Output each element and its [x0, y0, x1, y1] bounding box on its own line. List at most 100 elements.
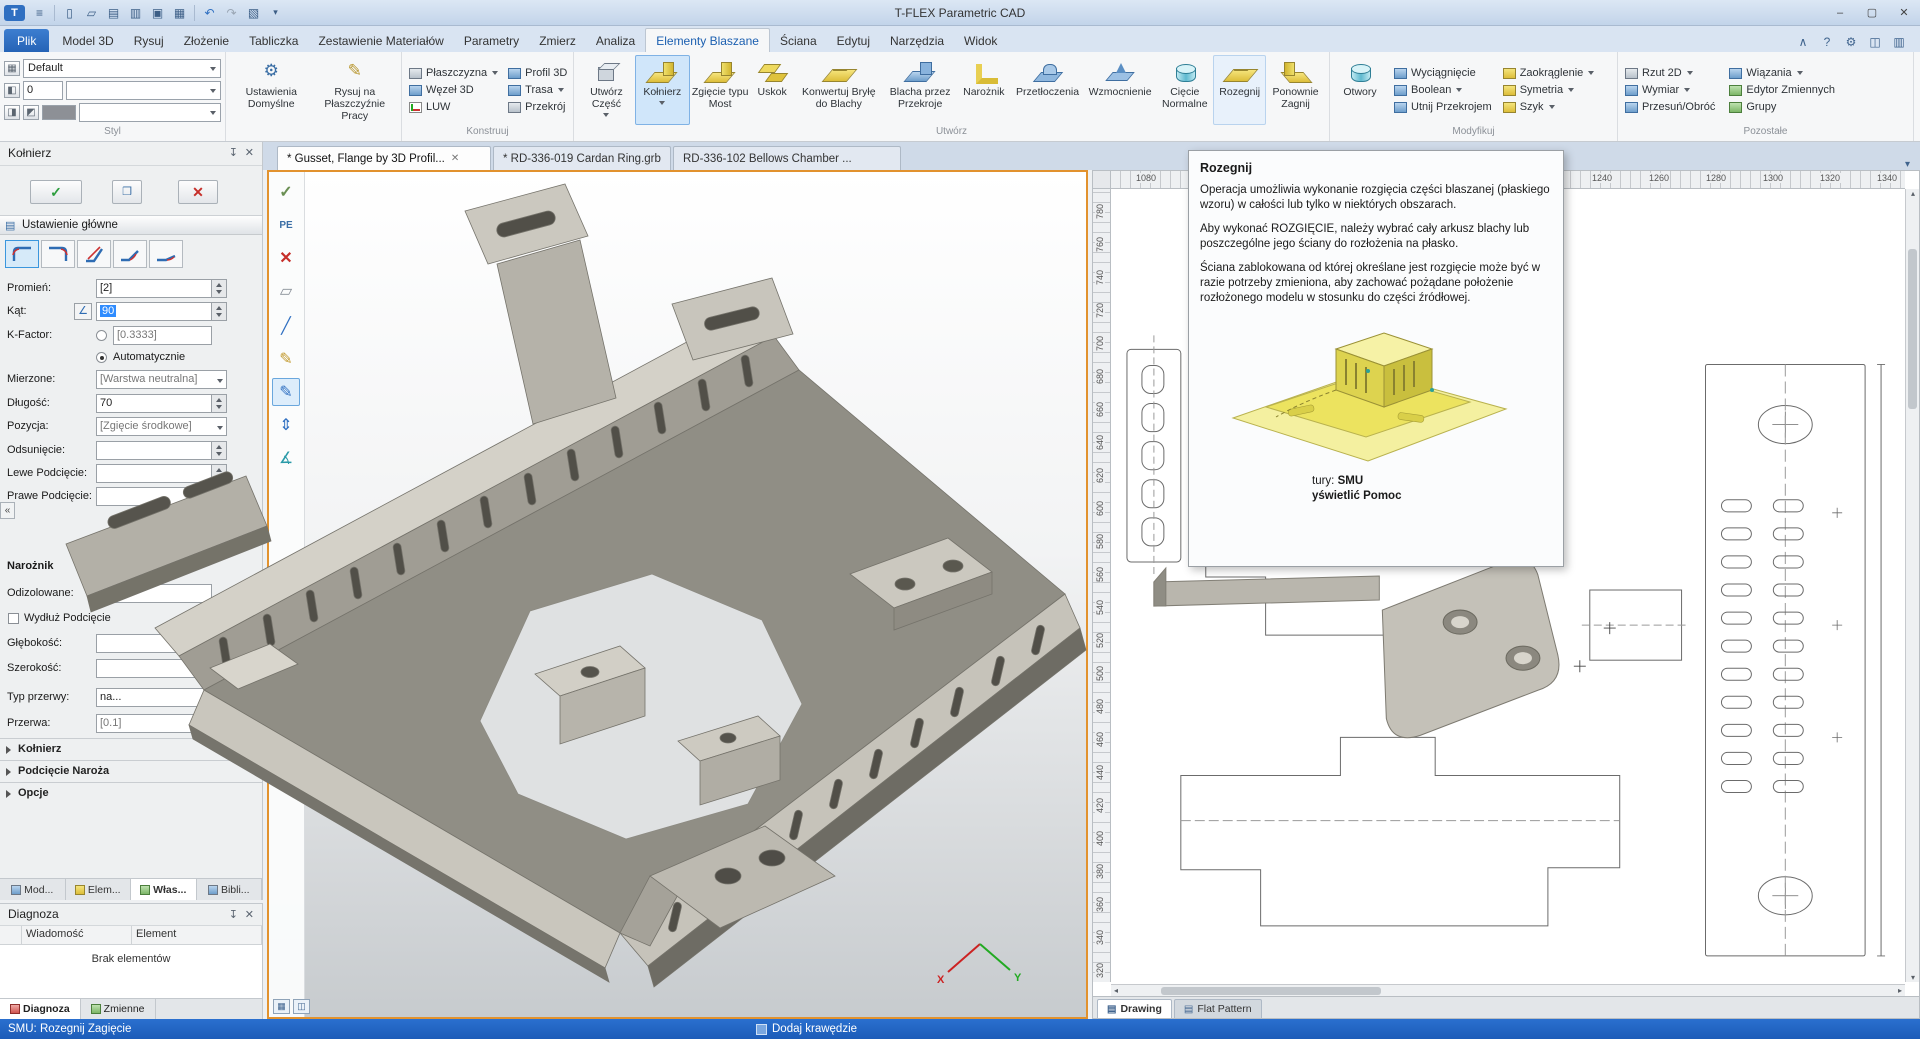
scroll-right-icon[interactable]: ▸ — [1895, 986, 1905, 995]
tab-tabliczka[interactable]: Tabliczka — [239, 29, 308, 52]
open-document-icon[interactable]: ▱ — [81, 3, 102, 23]
gap-input[interactable]: [0.1] — [96, 714, 212, 733]
zaokraglenie-button[interactable]: Zaokrąglenie — [1500, 66, 1598, 80]
ciecie-normalne-button[interactable]: Cięcie Normalne — [1156, 55, 1213, 125]
settings-gear-icon[interactable]: ⚙ — [1842, 35, 1860, 49]
radius-input[interactable]: [2] — [96, 279, 212, 298]
color-swatch[interactable] — [42, 105, 76, 120]
length-spinner[interactable] — [212, 394, 227, 413]
blacha-przez-przekroje-button[interactable]: Blacha przez Przekroje — [884, 55, 957, 125]
line-type-select[interactable] — [66, 81, 221, 100]
line-style-icon[interactable]: ◧ — [4, 83, 20, 98]
cancel-icon[interactable]: ✕ — [272, 244, 300, 272]
save-icon[interactable]: ▣ — [147, 3, 168, 23]
przesun-obroc-button[interactable]: Przesuń/Obróć — [1622, 100, 1718, 114]
grupy-button[interactable]: Grupy — [1726, 100, 1838, 114]
tab-zmienne[interactable]: Zmienne — [81, 999, 156, 1019]
right-relief-spinner[interactable] — [212, 487, 227, 506]
left-relief-spinner[interactable] — [212, 464, 227, 483]
pin-icon[interactable]: ↧ — [229, 146, 238, 159]
document-tab-bellows-chamber[interactable]: RD-336-102 Bellows Chamber ... — [673, 146, 901, 170]
plaszczyzna-button[interactable]: Płaszczyzna — [406, 66, 501, 80]
measured-select[interactable]: [Warstwa neutralna] — [96, 370, 227, 389]
utworz-czesc-button[interactable]: Utwórz Część — [578, 55, 635, 125]
depth-input[interactable] — [96, 634, 212, 653]
zgiecie-typu-most-button[interactable]: Zgięcie typu Most — [690, 55, 751, 125]
uskok-button[interactable]: Uskok — [751, 55, 794, 125]
horizontal-scrollbar[interactable]: ◂ ▸ — [1111, 984, 1905, 996]
flange-type-3-button[interactable] — [77, 240, 111, 268]
sketch-pencil-blue-icon[interactable]: ✎ — [272, 378, 300, 406]
pin-icon[interactable]: ↧ — [229, 908, 238, 921]
flange-type-2-button[interactable] — [41, 240, 75, 268]
width-spinner[interactable] — [212, 659, 227, 678]
section-kolnierz[interactable]: Kołnierz — [0, 738, 262, 759]
column-wiadomosc[interactable]: Wiadomość — [22, 926, 132, 944]
line-width-input[interactable]: 0 — [23, 81, 63, 100]
isolated-input[interactable] — [96, 584, 212, 603]
workplane-cube-icon[interactable]: ▱ — [272, 277, 300, 305]
undo-icon[interactable]: ↶ — [199, 3, 220, 23]
angle-spinner[interactable] — [212, 302, 227, 321]
tab-plik[interactable]: Plik — [4, 29, 49, 52]
gap-type-select[interactable]: na... — [96, 688, 227, 707]
length-input[interactable]: 70 — [96, 394, 212, 413]
new-document-icon[interactable]: ▯ — [59, 3, 80, 23]
tab-elementy-blaszane[interactable]: Elementy Blaszane — [645, 28, 770, 52]
right-relief-input[interactable] — [96, 487, 212, 506]
offset-input[interactable] — [96, 441, 212, 460]
fill-color-icon[interactable]: ◨ — [4, 105, 20, 120]
flange-type-5-button[interactable] — [149, 240, 183, 268]
tab-zestawienie-materialow[interactable]: Zestawienie Materiałów — [308, 29, 453, 52]
maximize-button[interactable]: ▢ — [1856, 2, 1888, 24]
split-view-icon[interactable]: ◫ — [293, 999, 310, 1014]
construction-line-icon[interactable]: ╱ — [272, 312, 300, 340]
tab-rysuj[interactable]: Rysuj — [124, 29, 174, 52]
3d-viewport[interactable]: ✓ PE ✕ ▱ ╱ ✎ ✎ ⇕ ∡ ▦ ◫ — [267, 170, 1088, 1019]
move-node-icon[interactable]: ⇕ — [272, 411, 300, 439]
flange-type-1-button[interactable] — [5, 240, 39, 268]
tab-list-chevron-icon[interactable]: ▾ — [1895, 159, 1920, 170]
customize-quick-access-icon[interactable]: ▾ — [265, 3, 286, 23]
style-select[interactable]: Default — [23, 59, 221, 78]
wiazania-button[interactable]: Wiązania — [1726, 66, 1838, 80]
wyciagniecie-button[interactable]: Wyciągnięcie — [1391, 66, 1495, 80]
tab-zlozenie[interactable]: Złożenie — [174, 29, 239, 52]
default-settings-button[interactable]: ⚙ Ustawienia Domyślne — [230, 55, 313, 125]
section-podciecie-naroza[interactable]: Podcięcie Naroża — [0, 760, 262, 781]
utnij-przekrojem-button[interactable]: Utnij Przekrojem — [1391, 100, 1495, 114]
konwertuj-bryle-button[interactable]: Konwertuj Bryłę do Blachy — [794, 55, 884, 125]
edytor-zmiennych-button[interactable]: Edytor Zmiennych — [1726, 83, 1838, 97]
tab-properties[interactable]: Włas... — [131, 879, 197, 900]
folder-icon[interactable]: ▥ — [125, 3, 146, 23]
section-opcje[interactable]: Opcje — [0, 782, 262, 803]
measure-icon[interactable]: ∡ — [272, 444, 300, 472]
rozegnij-button[interactable]: Rozegnij — [1213, 55, 1266, 125]
naroznik-button[interactable]: Narożnik — [956, 55, 1011, 125]
print-icon[interactable]: ▦ — [169, 3, 190, 23]
collapse-ribbon-icon[interactable]: ∧ — [1794, 35, 1812, 49]
tab-elements[interactable]: Elem... — [66, 879, 132, 900]
angle-formula-icon[interactable]: ∠ — [74, 303, 92, 320]
tab-analiza[interactable]: Analiza — [586, 29, 645, 52]
extend-relief-checkbox[interactable] — [8, 613, 19, 624]
automatic-radio[interactable] — [96, 352, 107, 363]
tab-narzedzia[interactable]: Narzędzia — [880, 29, 954, 52]
tab-zmierz[interactable]: Zmierz — [529, 29, 586, 52]
main-settings-header[interactable]: ▤ Ustawienie główne — [0, 215, 262, 235]
left-relief-input[interactable] — [96, 464, 212, 483]
confirm-icon[interactable]: ✓ — [272, 178, 300, 206]
collapse-panel-button[interactable]: « — [0, 502, 15, 519]
ponownie-zagnij-button[interactable]: Ponownie Zagnij — [1266, 55, 1325, 125]
line-color-icon[interactable]: ◩ — [23, 105, 39, 120]
sketch-pencil-yellow-icon[interactable]: ✎ — [272, 345, 300, 373]
tab-diagnoza[interactable]: Diagnoza — [0, 999, 81, 1019]
rzut-2d-button[interactable]: Rzut 2D — [1622, 66, 1718, 80]
boolean-button[interactable]: Boolean — [1391, 83, 1495, 97]
depth-spinner[interactable] — [212, 634, 227, 653]
tab-model-3d[interactable]: Model 3D — [52, 29, 123, 52]
hatch-style-icon[interactable]: ▦ — [4, 61, 20, 76]
material-select[interactable] — [79, 103, 221, 122]
help-icon[interactable]: ? — [1818, 35, 1836, 49]
import-icon[interactable]: ▤ — [103, 3, 124, 23]
